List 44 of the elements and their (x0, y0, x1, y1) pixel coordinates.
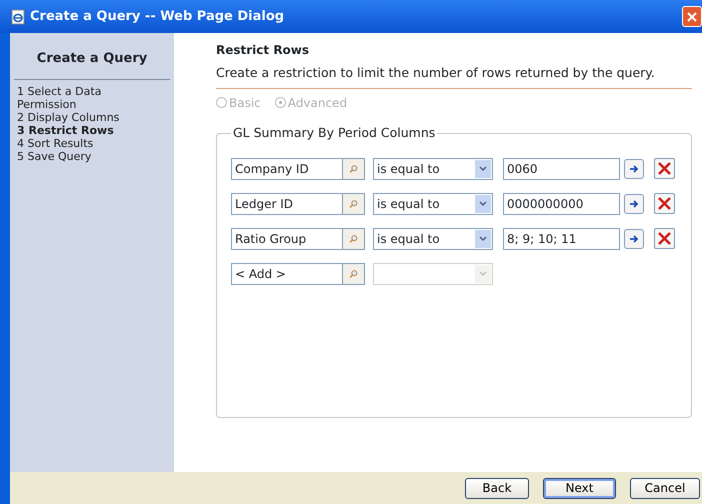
arrow-right-icon (629, 164, 639, 174)
operator-dropdown[interactable]: is equal to (373, 192, 493, 214)
value-input[interactable]: 0000000000 (503, 192, 620, 214)
apply-button[interactable] (624, 158, 644, 178)
wizard-step[interactable]: 5 Save Query (14, 150, 149, 162)
fieldset-legend: GL Summary By Period Columns (231, 124, 438, 142)
operator-dropdown[interactable]: is equal to (373, 158, 493, 180)
field-input[interactable]: Company ID (231, 158, 343, 180)
lookup-button[interactable] (343, 262, 365, 284)
delete-button[interactable] (654, 228, 675, 249)
delete-x-icon (657, 196, 672, 211)
delete-x-icon (657, 161, 672, 176)
sidebar-title: Create a Query (14, 43, 170, 80)
window-title: Create a Query -- Web Page Dialog (30, 8, 284, 26)
value-input[interactable]: 8; 9; 10; 11 (503, 228, 620, 250)
lookup-button[interactable] (343, 228, 365, 250)
delete-button[interactable] (654, 158, 675, 179)
arrow-right-icon (629, 198, 639, 208)
lookup-button[interactable] (343, 192, 365, 214)
wizard-step[interactable]: 4 Sort Results (14, 136, 149, 150)
wizard-step[interactable]: 3 Restrict Rows (14, 124, 149, 136)
field-input[interactable]: Ratio Group (231, 228, 343, 250)
delete-x-icon (657, 231, 672, 246)
description-text: Create a restriction to limit the number of rows returned by the query. (216, 64, 692, 89)
operator-dropdown[interactable]: is equal to (373, 228, 493, 250)
browser-page-icon (10, 8, 26, 24)
apply-button[interactable] (624, 194, 644, 214)
radio-label: Basic (229, 96, 261, 110)
radio-label: Advanced (288, 96, 348, 110)
close-icon (686, 10, 698, 22)
arrow-right-icon (629, 234, 639, 244)
dialog-button[interactable]: Back (465, 478, 529, 498)
section-heading: Restrict Rows (216, 42, 310, 59)
dialog-button[interactable]: Next (543, 478, 616, 498)
wizard-step[interactable]: 2 Display Columns (14, 110, 149, 124)
value-input[interactable]: 0060 (503, 158, 620, 180)
lookup-button[interactable] (343, 158, 365, 180)
apply-button[interactable] (624, 228, 644, 248)
close-button[interactable] (682, 6, 702, 27)
delete-button[interactable] (654, 193, 675, 214)
wizard-step[interactable]: 1 Select a Data Permission (14, 84, 149, 110)
dialog-button[interactable]: Cancel (630, 478, 700, 498)
field-input[interactable]: < Add > (231, 262, 343, 284)
field-input[interactable]: Ledger ID (231, 192, 343, 214)
